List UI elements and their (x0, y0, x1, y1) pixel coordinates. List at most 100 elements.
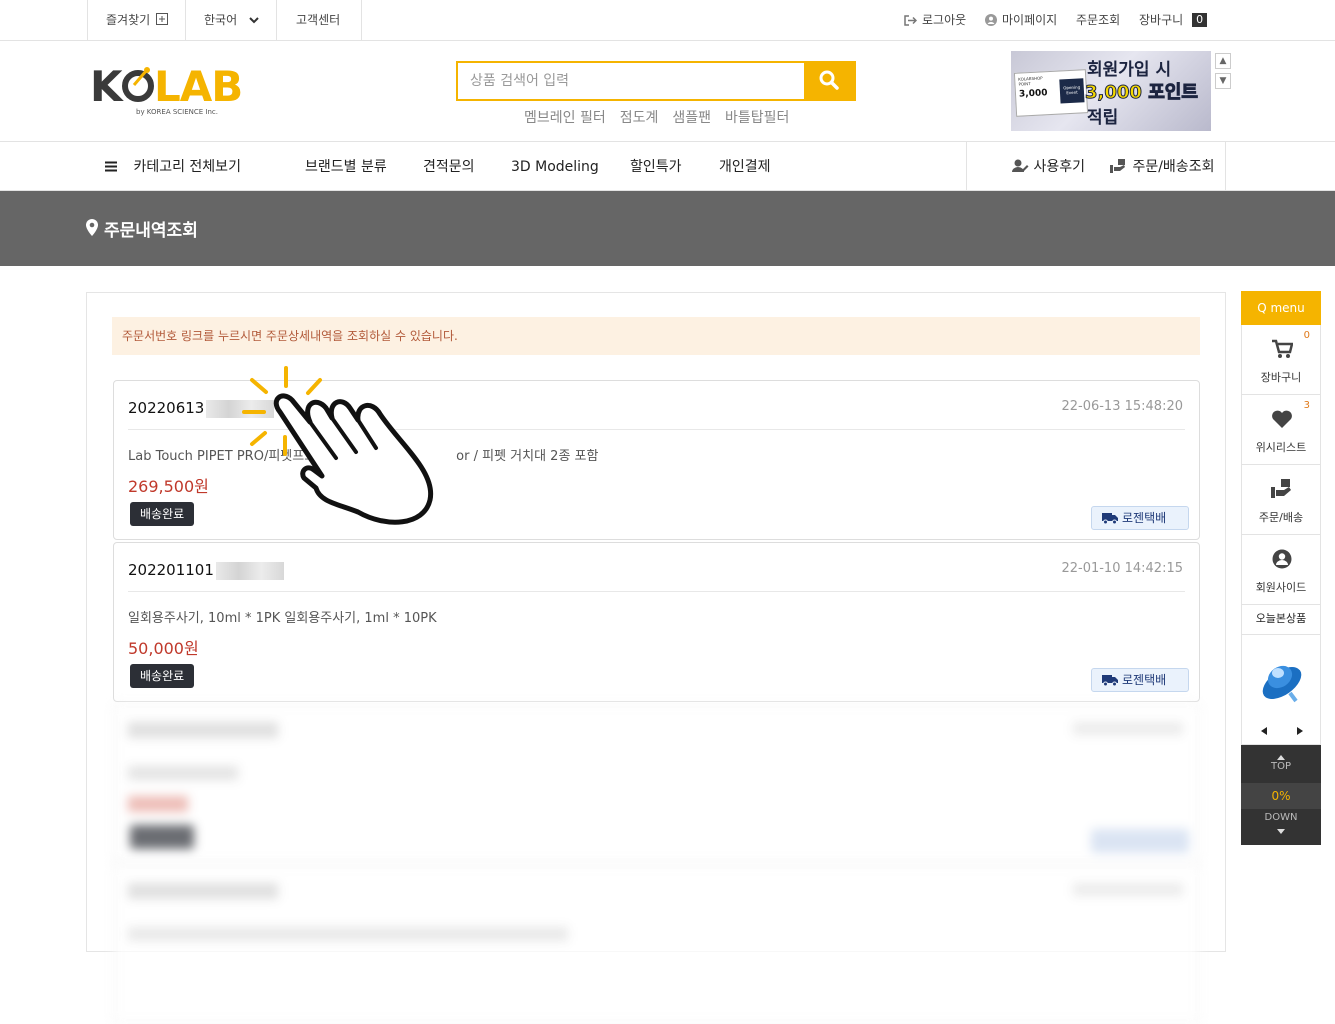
masked-order-suffix (215, 561, 284, 580)
search-box (456, 61, 856, 101)
search-input[interactable] (458, 63, 806, 99)
scroll-control: TOP 0% DOWN (1241, 745, 1321, 845)
kolab-logo[interactable]: K LAB by KOREA SCIENCE Inc. (90, 62, 255, 120)
search-icon (819, 70, 839, 90)
order-price: 50,000원 (128, 639, 199, 658)
mypage-label: 마이페이지 (1002, 13, 1058, 27)
svg-text:LAB: LAB (154, 64, 242, 111)
scroll-top-button[interactable]: TOP (1241, 761, 1321, 772)
cart-label: 장바구니 (1139, 13, 1184, 27)
hamburger-icon (105, 161, 117, 172)
plus-box-icon (156, 13, 168, 25)
blurred-order-number (128, 722, 278, 738)
order-lookup-label: 주문조회 (1076, 13, 1121, 27)
pointing-hand-icon (242, 366, 434, 525)
order-items: 일회용주사기, 10ml * 1PK 일회용주사기, 1ml * 10PK (128, 611, 437, 626)
nav-discount[interactable]: 할인특가 (630, 142, 682, 192)
blurred-status-badge (130, 825, 194, 849)
bookmark-label: 즐겨찾기 (106, 13, 151, 27)
order-number-link[interactable]: 202201101 (128, 561, 284, 580)
nav-personal-payment[interactable]: 개인결제 (719, 142, 771, 192)
mypage-link[interactable]: 마이페이지 (985, 0, 1057, 40)
category-menu[interactable]: 카테고리 전체보기 (105, 142, 277, 219)
blurred-order-number (128, 883, 278, 899)
divider (361, 0, 362, 40)
card-event: Opening Event (1059, 78, 1085, 104)
logo-subtitle: by KOREA SCIENCE Inc. (136, 108, 218, 116)
next-arrow-icon[interactable] (1297, 727, 1303, 735)
map-pin-icon (86, 219, 98, 236)
recent-product-thumbnail[interactable] (1256, 651, 1308, 705)
banner-down-arrow[interactable]: ▼ (1215, 73, 1231, 89)
blurred-order-date (1073, 722, 1183, 735)
reviews-label: 사용후기 (1033, 159, 1085, 175)
logout-link[interactable]: 로그아웃 (904, 0, 966, 40)
order-date: 22-01-10 14:42:15 (1061, 561, 1183, 576)
page-title: 주문내역조회 (104, 221, 198, 241)
status-badge: 배송완료 (130, 502, 195, 526)
heart-icon (1272, 410, 1292, 428)
language-label: 한국어 (204, 13, 238, 27)
search-button[interactable] (804, 63, 854, 99)
status-badge: 배송완료 (130, 664, 195, 688)
keyword-link[interactable]: 바틀탑필터 (725, 107, 789, 127)
divider (276, 0, 277, 40)
quick-member[interactable]: 회원사이드 (1241, 535, 1321, 605)
keyword-link[interactable]: 샘플팬 (672, 107, 711, 127)
recently-viewed-panel (1241, 635, 1321, 745)
banner-line1: 회원가입 시 (1087, 60, 1172, 80)
divider (185, 0, 186, 40)
language-select[interactable]: 한국어 (204, 0, 259, 40)
quick-wishlist[interactable]: 3 위시리스트 (1241, 395, 1321, 465)
order-card-blurred (113, 703, 1200, 863)
order-delivery-label: 주문/배송조회 (1132, 159, 1215, 175)
courier-label: 로젠택배 (1122, 511, 1167, 525)
user-edit-icon (1012, 159, 1029, 172)
recently-viewed-header: 오늘본상품 (1241, 605, 1321, 635)
quick-menu-header: Q menu (1241, 291, 1321, 325)
keyword-link[interactable]: 멤브레인 필터 (524, 107, 606, 127)
chevron-down-icon (249, 17, 259, 24)
order-number: 20220613 (128, 399, 205, 417)
quick-menu: Q menu 0 장바구니 3 위시리스트 주문/배송 회원사이드 오늘본상품 … (1241, 291, 1321, 845)
cart-count-badge: 0 (1192, 13, 1208, 27)
cart-link[interactable]: 장바구니 0 (1139, 0, 1208, 40)
nav-reviews[interactable]: 사용후기 (1012, 142, 1085, 192)
banner-line3: 적립 (1087, 108, 1119, 128)
prev-arrow-icon[interactable] (1261, 727, 1267, 735)
order-items-tail: or / 피펫 거치대 2종 포함 (456, 449, 599, 464)
page-title-band (0, 191, 1335, 266)
order-lookup-link[interactable]: 주문조회 (1076, 0, 1120, 40)
nav-brand[interactable]: 브랜드별 분류 (305, 142, 387, 192)
banner-up-arrow[interactable]: ▲ (1215, 53, 1231, 69)
nav-quote[interactable]: 견적문의 (423, 142, 475, 192)
nav-order-delivery[interactable]: 주문/배송조회 (1110, 142, 1214, 192)
support-label: 고객센터 (296, 13, 341, 27)
quick-cart-count: 0 (1303, 330, 1310, 341)
user-circle-icon (1272, 549, 1292, 569)
nav-3d-modeling[interactable]: 3D Modeling (511, 142, 599, 192)
card-value: 3,000 (1018, 88, 1048, 100)
courier-label: 로젠택배 (1122, 673, 1167, 687)
scroll-percent: 0% (1241, 783, 1321, 809)
quick-order-delivery[interactable]: 주문/배송 (1241, 465, 1321, 535)
delivery-hand-icon (1110, 159, 1125, 173)
divider (128, 591, 1185, 592)
scroll-down-button[interactable]: DOWN (1241, 812, 1321, 823)
quick-cart[interactable]: 0 장바구니 (1241, 325, 1321, 395)
signup-promo-banner[interactable]: KOLABSHOP POINT 3,000 Opening Event 회원가입… (1011, 51, 1211, 131)
courier-tracking-button[interactable]: 로젠택배 (1091, 668, 1189, 692)
top-utility-bar: 즐겨찾기 한국어 고객센터 로그아웃 마이페이지 주문조회 장바구니 0 (0, 0, 1335, 41)
svg-text:K: K (90, 64, 124, 111)
support-link[interactable]: 고객센터 (296, 0, 340, 40)
card-small-text: KOLABSHOP POINT (1018, 75, 1043, 87)
courier-tracking-button[interactable]: 로젠택배 (1091, 506, 1189, 530)
divider (1225, 142, 1226, 192)
category-label: 카테고리 전체보기 (133, 159, 241, 175)
bookmark-link[interactable]: 즐겨찾기 (106, 0, 168, 40)
keyword-link[interactable]: 점도계 (620, 107, 659, 127)
caret-up-icon (1277, 755, 1285, 760)
blurred-order-items (128, 766, 238, 780)
delivery-hand-icon (1271, 479, 1291, 498)
order-number: 202201101 (128, 561, 214, 579)
